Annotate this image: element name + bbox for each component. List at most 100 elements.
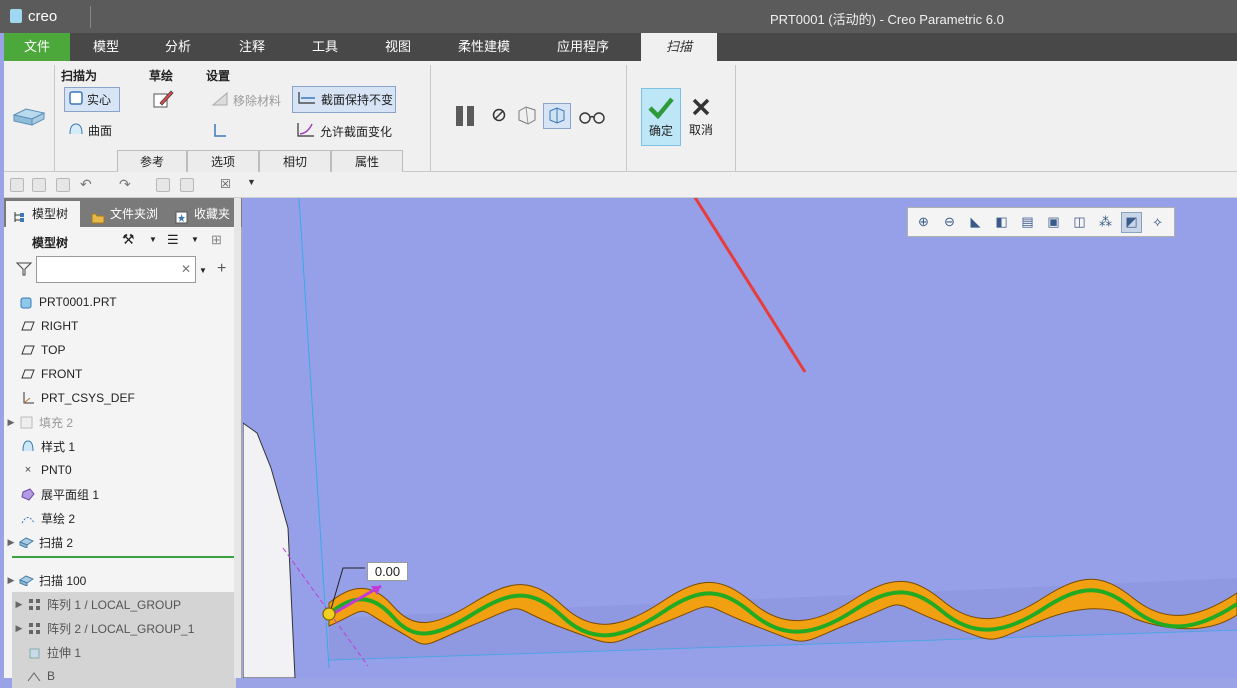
insert-indicator: [12, 556, 236, 558]
new-file-icon[interactable]: [10, 178, 24, 192]
chevron-down-icon[interactable]: ▼: [191, 235, 199, 244]
tab-file[interactable]: 文件: [4, 33, 70, 61]
variable-section-icon: [296, 121, 316, 142]
tree-item[interactable]: ▶ 填充 2: [4, 410, 236, 434]
wire-box-icon: [516, 105, 538, 128]
extrude-icon: [26, 644, 42, 660]
sketch-label: 草绘: [149, 69, 174, 83]
tree-item[interactable]: ▶ 阵列 2 / LOCAL_GROUP_1: [12, 616, 236, 640]
glasses-icon: [578, 109, 606, 128]
ribbon-divider: [430, 65, 431, 171]
sketch-pencil-icon: [152, 89, 174, 112]
open-file-icon[interactable]: [32, 178, 46, 192]
glasses-preview-button[interactable]: [578, 109, 606, 128]
tree-columns-icon[interactable]: ⊞: [211, 232, 222, 248]
tree-scrollbar[interactable]: [234, 198, 241, 678]
cancel-button[interactable]: 取消: [684, 92, 718, 144]
tab-folder-browser[interactable]: 文件夹浏: [84, 201, 164, 227]
datum-display-icon[interactable]: ⁂: [1095, 212, 1116, 233]
tab-annotate[interactable]: 注释: [220, 33, 284, 61]
clear-icon[interactable]: ✕: [181, 262, 191, 276]
tree-item[interactable]: PRT_CSYS_DEF: [4, 386, 236, 410]
tab-model-tree[interactable]: 模型树: [6, 201, 80, 227]
tree-item[interactable]: ▶ 阵列 1 / LOCAL_GROUP: [12, 592, 236, 616]
pattern-icon: [26, 620, 42, 636]
saved-orientations-icon[interactable]: ◧: [991, 212, 1012, 233]
dimension-label[interactable]: 0.00: [367, 562, 408, 581]
spin-center-icon[interactable]: ⟡: [1147, 212, 1168, 233]
chevron-down-icon[interactable]: ▼: [199, 266, 207, 275]
zoom-in-icon[interactable]: ⊕: [913, 212, 934, 233]
tab-view[interactable]: 视图: [366, 33, 430, 61]
perspective-icon[interactable]: ◫: [1069, 212, 1090, 233]
tree-item[interactable]: B: [12, 664, 236, 688]
tree-item[interactable]: PRT0001.PRT: [4, 290, 236, 314]
ribbon-divider: [735, 65, 736, 171]
sweep-ribbon: 扫描为 实心 曲面 草绘 设置 移除材料 截面保持不变 允许截面变化 参考 选项…: [4, 61, 1237, 172]
no-preview-button[interactable]: [492, 108, 506, 125]
tab-tools[interactable]: 工具: [293, 33, 357, 61]
ok-button[interactable]: 确定: [641, 88, 681, 146]
tree-item[interactable]: ▶ 扫描 100: [4, 568, 236, 592]
display-style-icon[interactable]: ▤: [1017, 212, 1038, 233]
surface-button[interactable]: 曲面: [68, 122, 112, 139]
graphics-window[interactable]: 0.00 ⊕ ⊖ ◣ ◧ ▤ ▣ ◫ ⁂ ◩ ⟡: [243, 198, 1237, 678]
close-window-icon[interactable]: ☒: [220, 177, 231, 191]
annotation-display-icon[interactable]: ◩: [1121, 211, 1142, 233]
view-manager-icon[interactable]: ▣: [1043, 212, 1064, 233]
tree-item[interactable]: 样式 1: [4, 434, 236, 458]
subtab-tangency[interactable]: 相切: [259, 150, 331, 172]
windows-icon[interactable]: [180, 178, 194, 192]
zoom-out-icon[interactable]: ⊖: [939, 212, 960, 233]
subtab-references[interactable]: 参考: [117, 150, 187, 172]
show-list-icon[interactable]: ☰: [167, 232, 179, 248]
favorites-icon: [175, 207, 188, 224]
refit-icon[interactable]: ◣: [965, 212, 986, 233]
tree-item[interactable]: ▶ 扫描 2: [4, 530, 236, 554]
remove-material-button[interactable]: 移除材料: [211, 91, 281, 110]
tab-model[interactable]: 模型: [74, 33, 138, 61]
sketch-icon: [26, 668, 42, 684]
tab-applications[interactable]: 应用程序: [540, 33, 626, 61]
settings-tools-icon[interactable]: ⚒: [122, 231, 135, 248]
start-point-handle[interactable]: [322, 607, 336, 621]
sweep-icon: [18, 572, 34, 588]
chevron-down-icon[interactable]: ▼: [149, 235, 157, 244]
tree-item[interactable]: 展平面组 1: [4, 482, 236, 506]
tab-favorites[interactable]: 收藏夹: [168, 201, 240, 227]
thicken-button[interactable]: [212, 122, 228, 141]
redo-icon[interactable]: ↷: [119, 176, 131, 193]
datum-plane-icon: [20, 318, 36, 334]
part-icon: [18, 294, 34, 310]
separate-preview-button[interactable]: [516, 105, 538, 128]
tree-item[interactable]: TOP: [4, 338, 236, 362]
solid-button[interactable]: 实心: [64, 87, 120, 112]
constant-section-button[interactable]: 截面保持不变: [292, 86, 396, 113]
tab-sweep[interactable]: 扫描: [641, 33, 717, 61]
add-icon[interactable]: +: [217, 260, 226, 278]
base-surface: [243, 422, 296, 678]
tree-item[interactable]: FRONT: [4, 362, 236, 386]
model-tree-title: 模型树: [32, 236, 69, 250]
verify-preview-button[interactable]: [543, 103, 571, 129]
sketch-button[interactable]: [152, 89, 174, 112]
pause-button[interactable]: [453, 104, 477, 131]
regenerate-icon[interactable]: [156, 178, 170, 192]
chevron-down-icon[interactable]: ▼: [247, 177, 256, 187]
tree-item[interactable]: × PNT0: [4, 458, 236, 482]
navigator-tabs: 模型树 文件夹浏 收藏夹: [4, 198, 242, 227]
tree-search-input[interactable]: ✕: [36, 256, 196, 283]
subtab-properties[interactable]: 属性: [331, 150, 403, 172]
tree-item[interactable]: 草绘 2: [4, 506, 236, 530]
undo-icon[interactable]: ↶: [80, 176, 92, 193]
save-icon[interactable]: [56, 178, 70, 192]
tree-item[interactable]: 拉伸 1: [12, 640, 236, 664]
tab-analysis[interactable]: 分析: [146, 33, 210, 61]
tree-item[interactable]: RIGHT: [4, 314, 236, 338]
tab-flexible-modeling[interactable]: 柔性建模: [444, 33, 524, 61]
remove-material-icon: [211, 91, 229, 110]
subtab-options[interactable]: 选项: [187, 150, 259, 172]
variable-section-button[interactable]: 允许截面变化: [296, 121, 392, 142]
surface-icon: [68, 122, 84, 139]
filter-icon[interactable]: [15, 261, 33, 280]
